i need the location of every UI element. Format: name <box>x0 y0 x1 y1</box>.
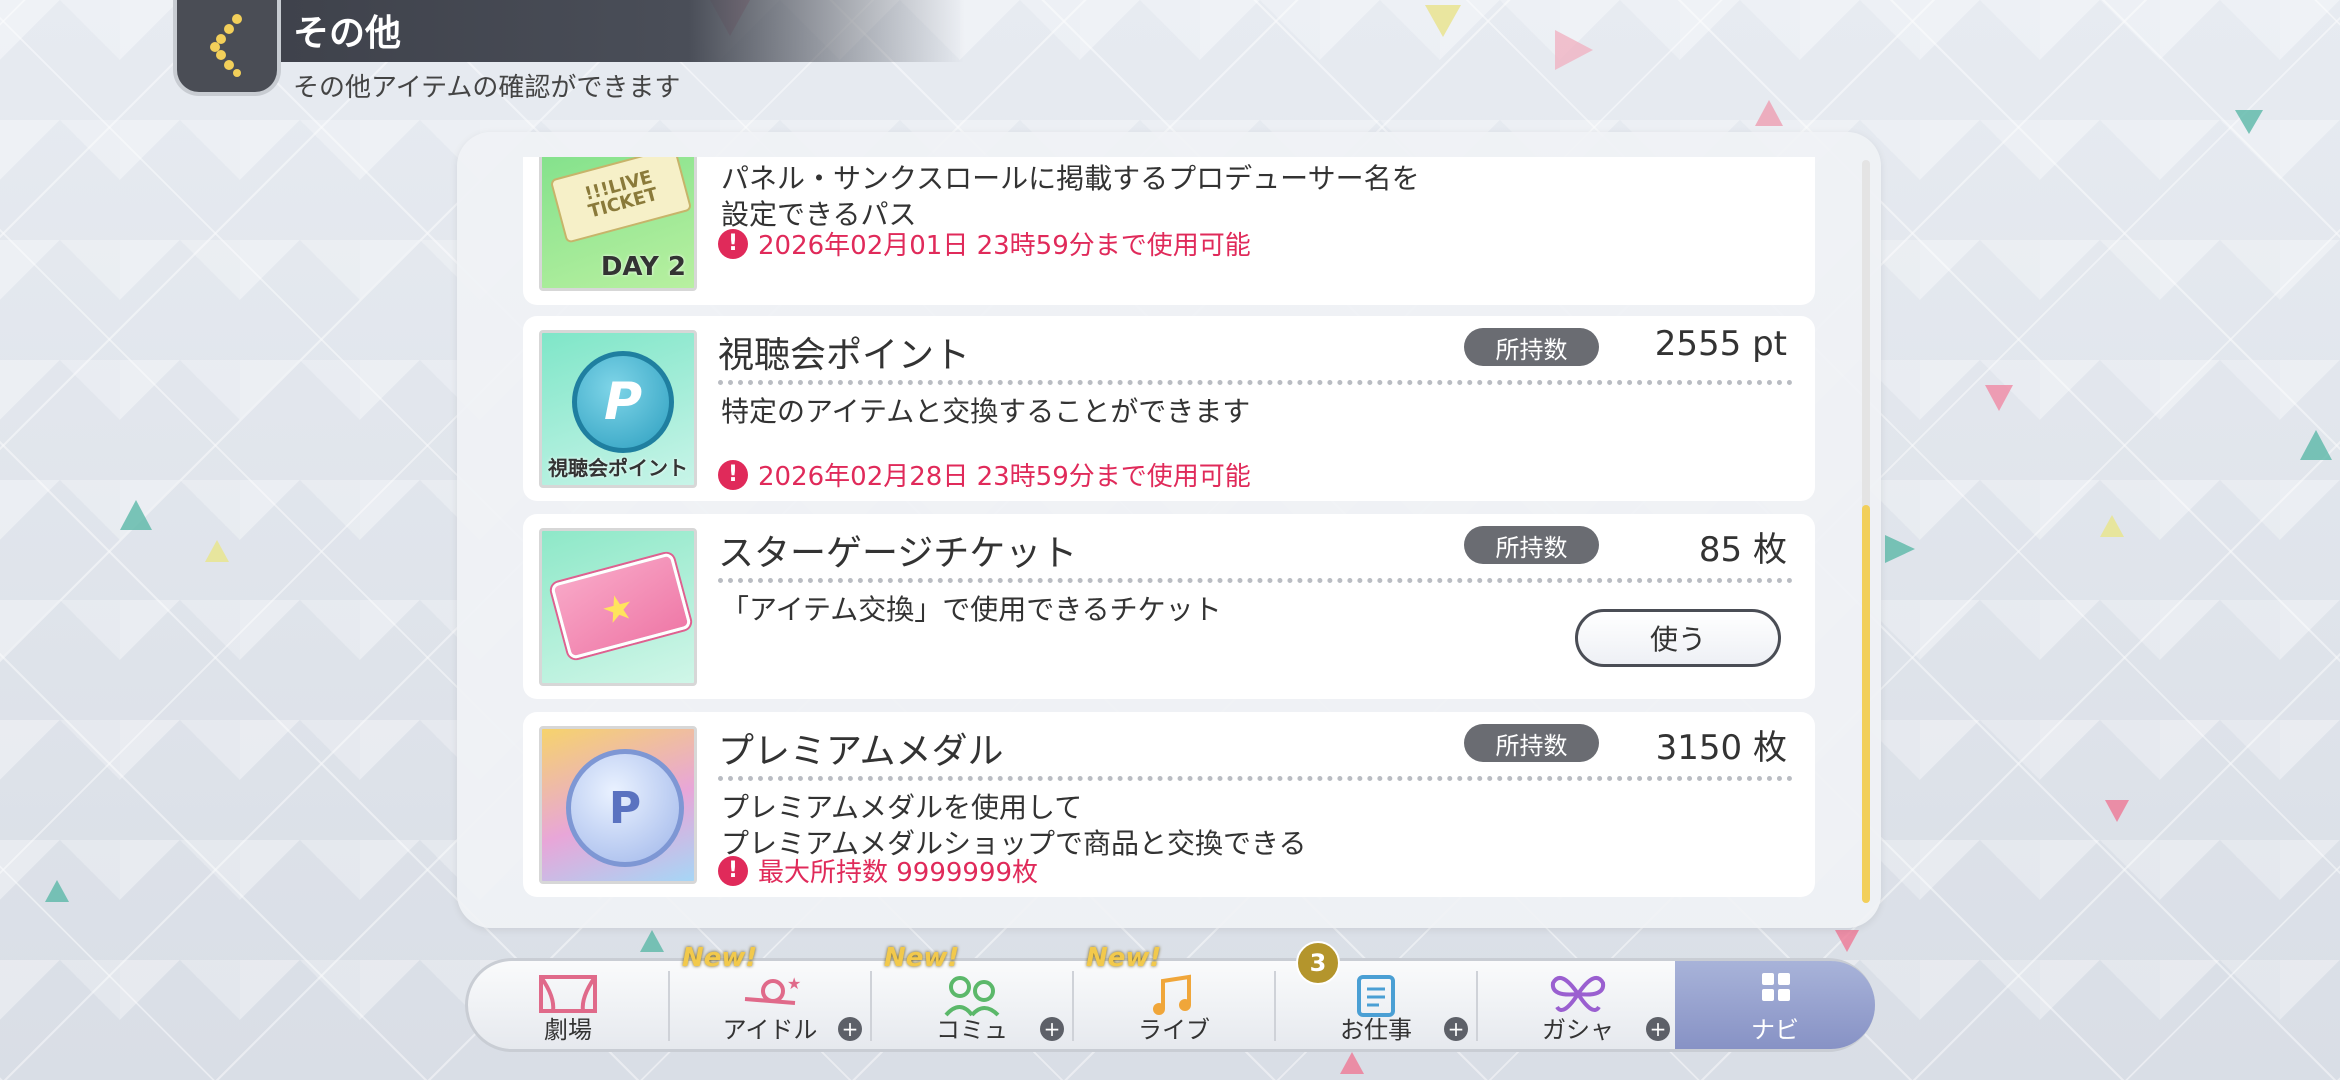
item-name: プレミアムメダル <box>718 731 1004 772</box>
star-icon: ★ <box>597 585 639 634</box>
nav-label: ナビ <box>1751 1016 1799 1044</box>
divider <box>718 776 1793 781</box>
owned-badge: 所持数 <box>1464 526 1599 564</box>
back-button[interactable] <box>173 0 281 96</box>
description-line: パネル・サンクスロールに掲載するプロデューサー名を <box>721 162 1420 195</box>
item-name: スターゲージチケット <box>718 533 1078 574</box>
expiry-warning: ! 2026年02月01日 23時59分まで使用可能 <box>718 225 1251 262</box>
star-gauge-ticket-thumbnail: ★ <box>539 528 697 686</box>
scrollbar-thumb[interactable] <box>1862 505 1870 903</box>
expiry-text: 2026年02月01日 23時59分まで使用可能 <box>758 231 1251 261</box>
owned-quantity: 85 枚 <box>1698 530 1787 570</box>
confetti <box>1835 930 1859 952</box>
confetti <box>1555 30 1593 70</box>
confetti <box>1755 100 1783 126</box>
max-owned-text: 最大所持数 9999999枚 <box>758 858 1039 888</box>
item-description: 「アイテム交換」で使用できるチケット <box>721 592 1222 628</box>
owned-quantity: 3150 枚 <box>1655 728 1787 768</box>
expiry-text: 2026年02月28日 23時59分まで使用可能 <box>758 462 1251 492</box>
expiry-warning: ! 2026年02月28日 23時59分まで使用可能 <box>718 456 1251 493</box>
confetti <box>2100 515 2124 537</box>
butterfly-emblem-icon: P <box>608 782 642 834</box>
nav-item-work[interactable]: 3 お仕事 + <box>1276 941 1476 1051</box>
confetti <box>45 880 69 902</box>
ticket-graphic: ★ <box>550 552 692 660</box>
exclamation-icon: ! <box>718 228 748 259</box>
thumb-caption: 視聴会ポイント <box>548 456 688 480</box>
plus-icon: + <box>1040 1017 1064 1041</box>
plus-icon: + <box>1444 1017 1468 1041</box>
list-item: P 視聴会ポイント 視聴会ポイント 所持数 2555 pt 特定のアイテムと交換… <box>523 316 1815 501</box>
nav-item-idol[interactable]: New! ★ アイドル + <box>670 943 870 1051</box>
confetti <box>205 540 229 562</box>
item-name: 視聴会ポイント <box>718 335 971 376</box>
confetti <box>2235 110 2263 134</box>
confetti <box>640 930 664 952</box>
confetti <box>2300 430 2332 460</box>
exclamation-icon: ! <box>718 855 748 886</box>
nav-item-commu[interactable]: New! コミュ + <box>872 943 1072 1051</box>
premium-medal-thumbnail: P <box>539 726 697 884</box>
confetti <box>2105 800 2129 822</box>
chevron-left-icon <box>207 11 247 81</box>
divider <box>718 380 1793 385</box>
confetti <box>120 500 152 530</box>
viewing-point-thumbnail: P 視聴会ポイント <box>539 330 697 488</box>
ticket-graphic: !!!LIVE TICKET <box>549 157 693 244</box>
item-description: 特定のアイテムと交換することができます <box>721 394 1250 430</box>
svg-text:★: ★ <box>787 974 801 993</box>
page-subtitle: その他アイテムの確認ができます <box>293 73 681 103</box>
description-line: 特定のアイテムと交換することができます <box>721 395 1251 428</box>
nav-label: 劇場 <box>544 1016 592 1044</box>
page-title: その他 <box>293 13 402 54</box>
owned-quantity: 2555 pt <box>1654 324 1787 364</box>
nav-item-live[interactable]: New! ライブ <box>1074 943 1274 1051</box>
confetti <box>1885 535 1915 563</box>
list-item: ★ スターゲージチケット 所持数 85 枚 「アイテム交換」で使用できるチケット… <box>523 514 1815 699</box>
nav-item-theater[interactable]: 劇場 <box>468 961 668 1051</box>
nav-item-gacha[interactable]: ガシャ + <box>1478 961 1678 1051</box>
max-owned-warning: ! 最大所持数 9999999枚 <box>718 852 1038 889</box>
owned-badge: 所持数 <box>1464 328 1599 366</box>
item-description: パネル・サンクスロールに掲載するプロデューサー名を 設定できるパス <box>721 161 1420 233</box>
nav-item-navi[interactable]: ナビ <box>1675 961 1875 1051</box>
nav-label: ライブ <box>1138 1016 1210 1044</box>
p-badge-icon: P <box>572 351 674 453</box>
owned-badge: 所持数 <box>1464 724 1599 762</box>
list-item: P プレミアムメダル 所持数 3150 枚 プレミアムメダルを使用して プレミア… <box>523 712 1815 897</box>
description-line: 「アイテム交換」で使用できるチケット <box>721 593 1222 626</box>
description-line: プレミアムメダルを使用して <box>721 791 1083 824</box>
confetti <box>1985 385 2013 411</box>
ticket-label: !!!LIVE TICKET <box>582 166 661 223</box>
exclamation-icon: ! <box>718 459 748 490</box>
divider <box>718 578 1793 583</box>
day-label: DAY 2 <box>600 252 686 282</box>
bottom-nav: 劇場 New! ★ アイドル + New! コミュ + New! ライブ 3 お… <box>465 941 1875 1052</box>
confetti <box>1340 1052 1364 1074</box>
item-list[interactable]: !!!LIVE TICKET DAY 2 パネル・サンクスロールに掲載するプロデ… <box>523 157 1815 907</box>
list-item: !!!LIVE TICKET DAY 2 パネル・サンクスロールに掲載するプロデ… <box>523 157 1815 305</box>
medal-icon: P <box>566 749 684 867</box>
plus-icon: + <box>1646 1017 1670 1041</box>
use-button[interactable]: 使う <box>1575 609 1781 667</box>
confetti <box>1425 5 1461 37</box>
plus-icon: + <box>838 1017 862 1041</box>
p-letter: P <box>603 372 643 432</box>
live-ticket-thumbnail: !!!LIVE TICKET DAY 2 <box>539 157 697 291</box>
